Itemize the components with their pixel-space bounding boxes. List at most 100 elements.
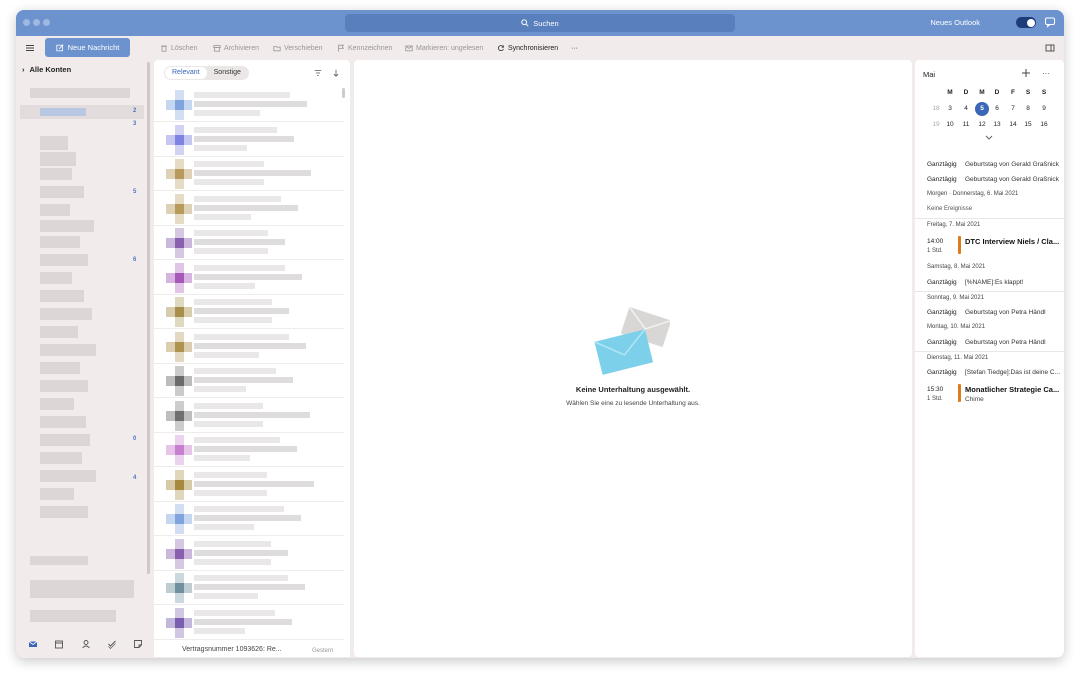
blurred-folder[interactable]	[40, 220, 94, 232]
calendar-event[interactable]: Geburtstag von Petra Händl	[965, 339, 1046, 346]
message-row[interactable]	[154, 123, 344, 157]
event-time: 14:00	[927, 238, 944, 245]
blurred-folder[interactable]	[40, 204, 70, 216]
message-row[interactable]	[154, 502, 344, 536]
sync-button[interactable]: Synchronisieren	[497, 43, 558, 53]
calendar-event-title[interactable]: Monatlicher Strategie Ca...	[965, 385, 1059, 394]
message-row[interactable]	[154, 226, 344, 260]
contacts-icon[interactable]	[81, 639, 91, 649]
window-minimize-button[interactable]	[33, 19, 40, 26]
calendar-day[interactable]: 15	[1020, 118, 1036, 132]
hamburger-menu-icon[interactable]	[25, 43, 35, 53]
message-row[interactable]	[154, 88, 344, 122]
blurred-folder[interactable]	[40, 290, 84, 302]
calendar-event[interactable]: [%NAME]:Es klappt!	[965, 279, 1024, 286]
blurred-folder[interactable]	[40, 168, 72, 180]
message-row[interactable]	[154, 295, 344, 329]
notes-icon[interactable]	[133, 639, 143, 649]
avatar-block	[175, 272, 184, 283]
blurred-folder[interactable]	[40, 308, 92, 320]
calendar-day[interactable]: 11	[958, 118, 974, 132]
delete-button[interactable]: Löschen	[160, 43, 197, 53]
blurred-folder[interactable]	[40, 254, 88, 266]
blurred-text	[194, 489, 267, 496]
calendar-day[interactable]: 10	[942, 118, 958, 132]
mark-unread-button[interactable]: Markieren: ungelesen	[405, 43, 483, 53]
blurred-folder[interactable]	[40, 434, 90, 446]
blurred-folder[interactable]	[40, 506, 88, 518]
feedback-icon[interactable]	[1044, 16, 1056, 28]
flag-button[interactable]: Kennzeichnen	[337, 43, 392, 53]
blurred-folder[interactable]	[40, 152, 76, 166]
message-row[interactable]	[154, 261, 344, 295]
calendar-day[interactable]: 12	[974, 118, 990, 132]
search-box[interactable]: Suchen	[345, 14, 735, 32]
folder-pane-scrollbar[interactable]	[147, 62, 150, 574]
message-row[interactable]	[154, 468, 344, 502]
move-button[interactable]: Verschieben	[273, 43, 323, 53]
tab-sonstige[interactable]: Sonstige	[207, 67, 248, 79]
blurred-folder[interactable]	[40, 236, 80, 248]
more-actions-button[interactable]: ···	[571, 43, 578, 53]
message-row[interactable]	[154, 192, 344, 226]
chevron-down-icon[interactable]	[984, 134, 994, 142]
calendar-day[interactable]: 7	[1005, 102, 1021, 116]
message-row[interactable]	[154, 537, 344, 571]
calendar-event[interactable]: [Stefan Tiedge]:Das ist deine C...	[965, 369, 1060, 376]
message-row[interactable]	[154, 330, 344, 364]
calendar-more-button[interactable]: ···	[1042, 69, 1050, 78]
blurred-folder[interactable]	[40, 272, 72, 284]
message-row[interactable]	[154, 157, 344, 191]
calendar-event-title[interactable]: DTC Interview Niels / Cla...	[965, 237, 1059, 246]
calendar-event[interactable]: Geburtstag von Gerald Graßnick	[965, 176, 1059, 183]
message-row[interactable]	[154, 364, 344, 398]
calendar-day[interactable]: 6	[989, 102, 1005, 116]
calendar-day[interactable]: 16	[1036, 118, 1052, 132]
avatar-block	[175, 583, 184, 593]
blurred-folder[interactable]	[40, 488, 74, 500]
calendar-day[interactable]: 9	[1036, 102, 1052, 116]
calendar-day[interactable]: 8	[1020, 102, 1036, 116]
blurred-folder[interactable]	[40, 344, 96, 356]
blurred-folder[interactable]	[40, 416, 86, 428]
blurred-folder[interactable]	[40, 326, 78, 338]
blurred-account-name[interactable]	[30, 88, 130, 98]
calendar-icon[interactable]	[54, 639, 64, 649]
message-row[interactable]	[154, 399, 344, 433]
sort-icon[interactable]	[332, 69, 340, 77]
new-message-button[interactable]: Neue Nachricht	[45, 38, 130, 57]
archive-button[interactable]: Archivieren	[213, 43, 259, 53]
blurred-folder[interactable]	[40, 452, 82, 464]
blurred-account-name[interactable]	[30, 610, 116, 622]
all-accounts-header[interactable]: › Alle Konten	[22, 65, 71, 74]
calendar-day-today[interactable]: 5	[975, 102, 989, 116]
message-row[interactable]	[154, 571, 344, 605]
avatar-block	[175, 548, 184, 559]
filter-icon[interactable]	[314, 69, 322, 77]
window-close-button[interactable]	[23, 19, 30, 26]
calendar-day[interactable]: 14	[1005, 118, 1021, 132]
message-row[interactable]	[154, 433, 344, 467]
calendar-day[interactable]: 13	[989, 118, 1005, 132]
blurred-text	[194, 446, 297, 452]
message-row[interactable]	[154, 606, 344, 640]
new-outlook-toggle[interactable]	[1016, 17, 1036, 28]
calendar-day[interactable]: 4	[958, 102, 974, 116]
window-zoom-button[interactable]	[43, 19, 50, 26]
add-event-icon[interactable]	[1021, 68, 1031, 78]
blurred-folder[interactable]	[40, 362, 80, 374]
blurred-folder[interactable]	[40, 470, 96, 482]
calendar-event[interactable]: Geburtstag von Petra Händl	[965, 309, 1046, 316]
calendar-day[interactable]: 3	[942, 102, 958, 116]
tasks-icon[interactable]	[107, 639, 117, 649]
tab-relevant[interactable]: Relevant	[165, 67, 207, 79]
expand-pane-icon[interactable]	[1045, 43, 1055, 53]
blurred-folder[interactable]	[40, 186, 84, 198]
calendar-event[interactable]: Geburtstag von Gerald Graßnick	[965, 161, 1059, 168]
blurred-folder[interactable]	[40, 136, 68, 150]
blurred-folder[interactable]	[40, 398, 74, 410]
blurred-folder[interactable]	[40, 380, 88, 392]
mail-icon[interactable]	[28, 639, 38, 649]
blurred-account-name[interactable]	[30, 580, 134, 598]
blurred-account-name[interactable]	[30, 556, 88, 565]
